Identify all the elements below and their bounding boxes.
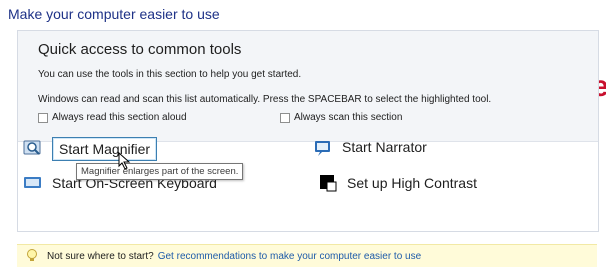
high-contrast-icon <box>320 175 337 192</box>
magnifier-tooltip: Magnifier enlarges part of the screen. <box>76 163 244 180</box>
quick-access-instructions: Windows can read and scan this list auto… <box>38 94 492 105</box>
section-title: Make your computer easier to use <box>8 6 220 22</box>
narrator-icon <box>315 141 330 156</box>
quick-access-panel: Quick access to common tools You can use… <box>17 30 599 232</box>
lightbulb-icon <box>27 249 37 261</box>
recommendations-link[interactable]: Get recommendations to make your compute… <box>158 251 421 262</box>
hint-text: Not sure where to start? <box>47 250 154 262</box>
keyboard-icon <box>24 177 41 188</box>
read-aloud-label: Always read this section aloud <box>52 112 187 123</box>
start-magnifier-label[interactable]: Start Magnifier <box>52 137 158 161</box>
quick-access-heading: Quick access to common tools <box>38 41 242 58</box>
read-aloud-checkbox-row[interactable]: Always read this section aloud <box>38 112 187 123</box>
recommendation-bar: Not sure where to start? Get recommendat… <box>17 244 597 267</box>
quick-access-header: Quick access to common tools You can use… <box>18 31 598 142</box>
high-contrast-label[interactable]: Set up High Contrast <box>347 175 477 191</box>
scan-section-label: Always scan this section <box>294 112 403 123</box>
magnifier-icon <box>23 140 41 155</box>
quick-access-description: You can use the tools in this section to… <box>38 69 302 80</box>
start-narrator-button[interactable]: Start Narrator <box>312 136 427 158</box>
start-magnifier-button[interactable]: Start Magnifier <box>22 137 158 161</box>
scan-section-checkbox-row[interactable]: Always scan this section <box>280 112 402 123</box>
scan-section-checkbox[interactable] <box>280 112 290 123</box>
mouse-cursor-icon <box>118 152 131 170</box>
read-aloud-checkbox[interactable] <box>38 112 48 123</box>
high-contrast-button[interactable]: Set up High Contrast <box>317 172 477 194</box>
start-narrator-label[interactable]: Start Narrator <box>342 139 427 155</box>
